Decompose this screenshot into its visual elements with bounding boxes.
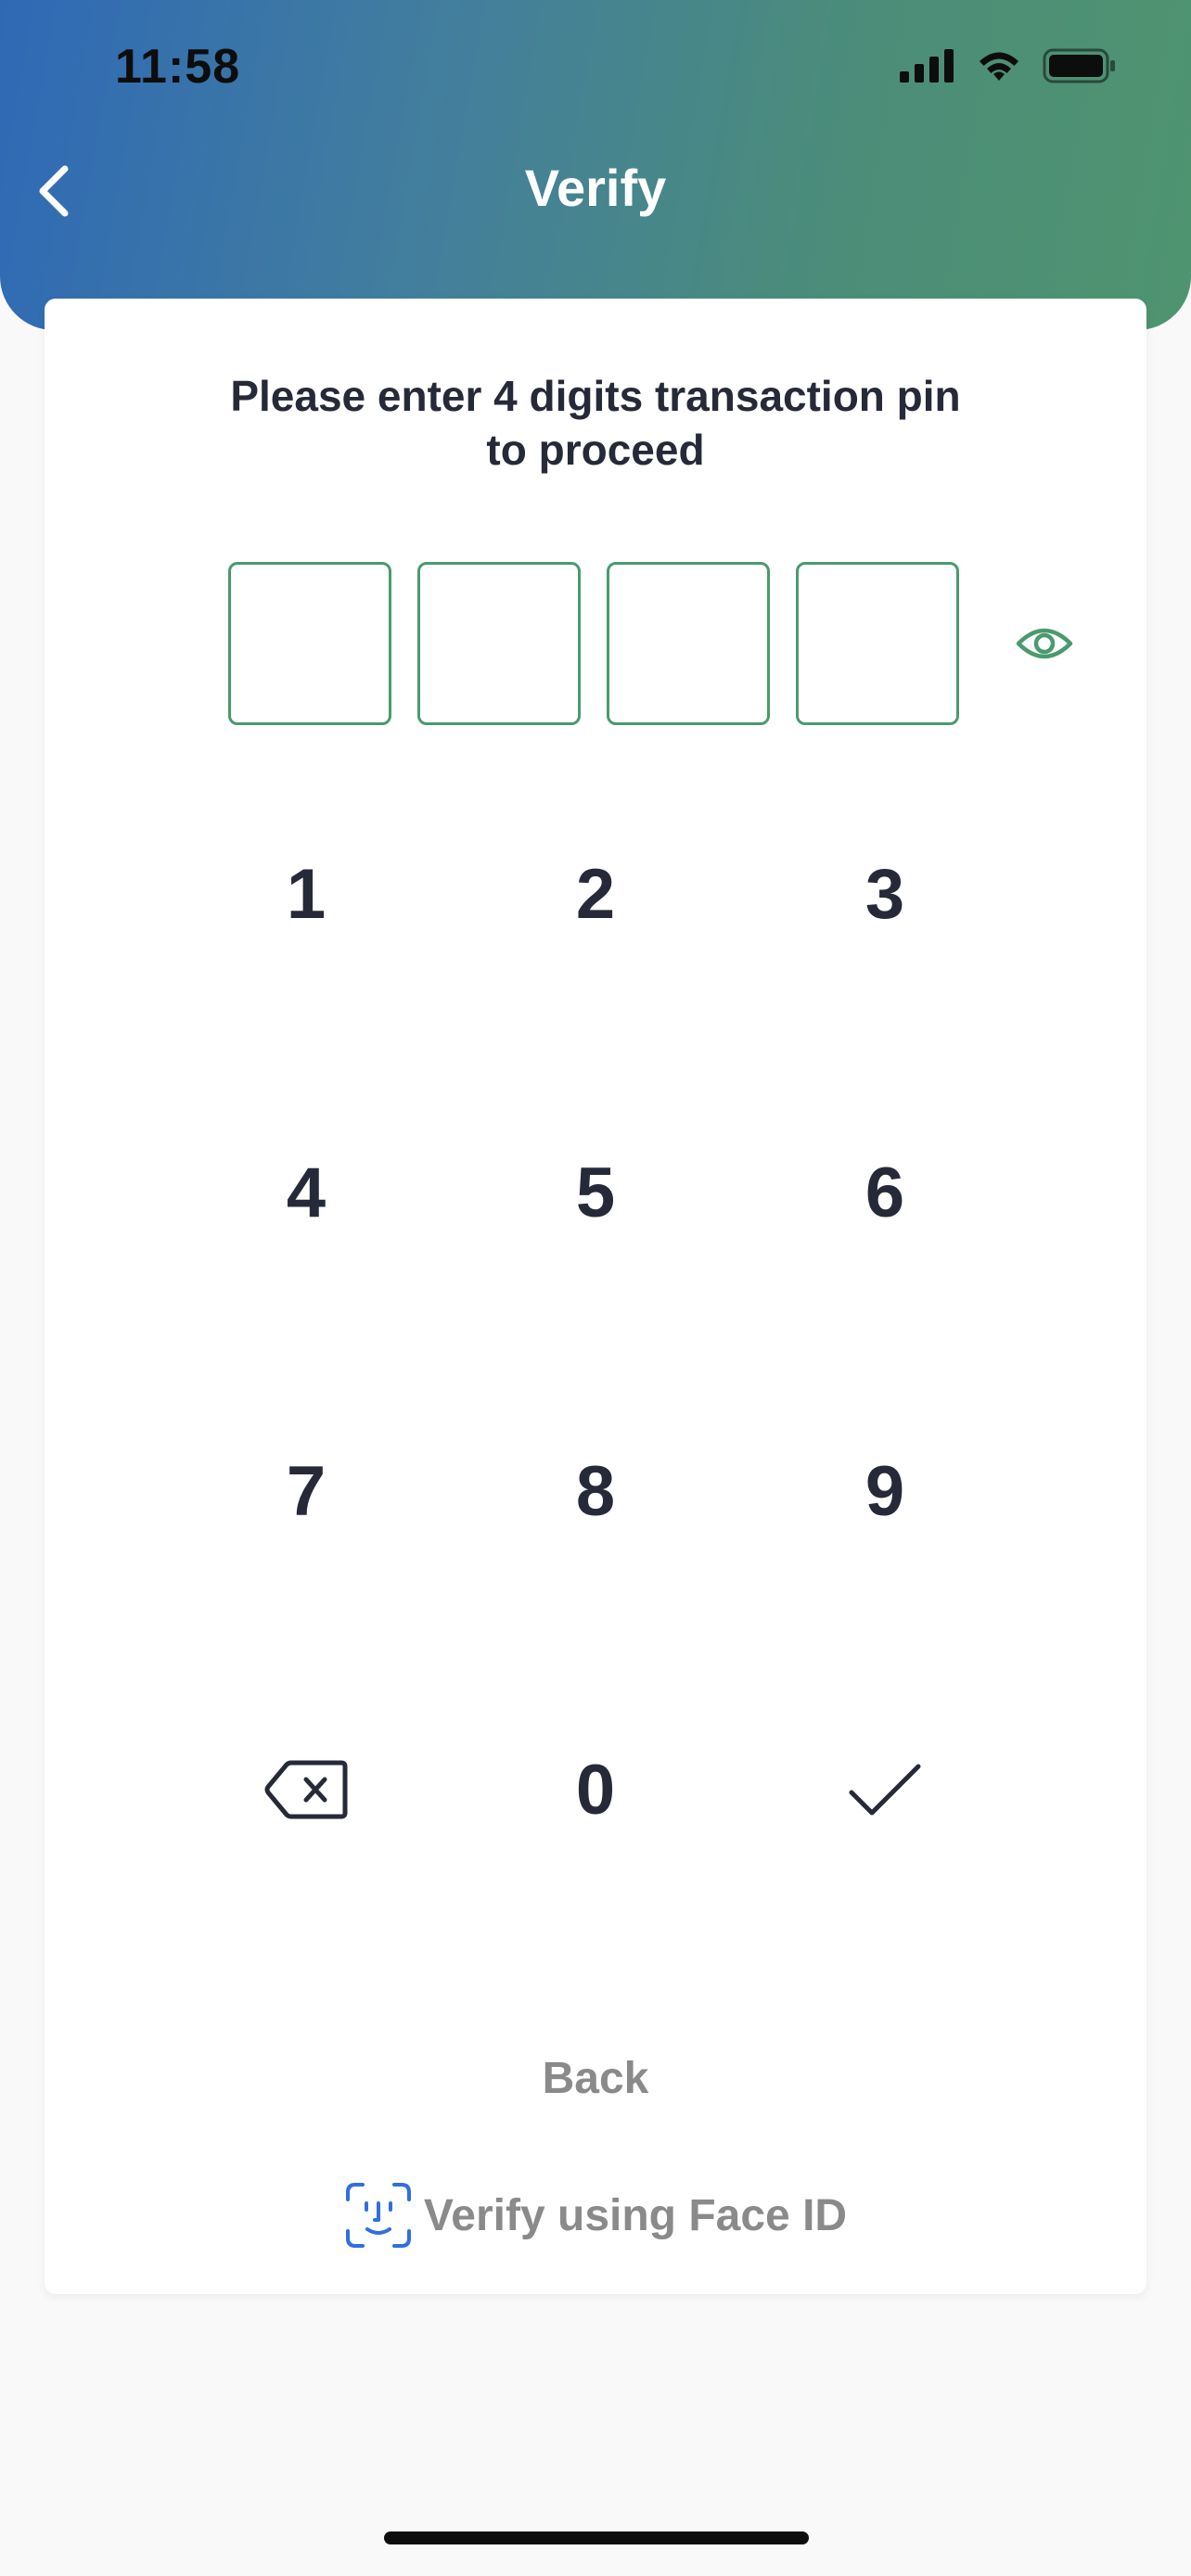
pin-digit-box-4[interactable] (796, 562, 959, 725)
checkmark-icon (849, 1764, 921, 1816)
eye-icon[interactable] (1015, 623, 1074, 664)
home-indicator[interactable] (384, 2531, 809, 2544)
face-id-button[interactable]: Verify using Face ID (45, 2181, 1146, 2250)
pin-prompt: Please enter 4 digits transaction pin to… (45, 369, 1146, 477)
status-time: 11:58 (115, 40, 241, 94)
keypad-key-6[interactable]: 6 (774, 1109, 996, 1276)
face-id-icon (345, 2183, 411, 2248)
keypad-key-5[interactable]: 5 (484, 1109, 707, 1276)
backspace-icon (264, 1760, 348, 1819)
pin-card: Please enter 4 digits transaction pin to… (45, 299, 1146, 2294)
pin-prompt-line2: to proceed (486, 426, 705, 474)
keypad-key-0[interactable]: 0 (484, 1706, 707, 1873)
pin-digit-box-3[interactable] (607, 562, 770, 725)
keypad-key-1[interactable]: 1 (195, 810, 417, 977)
battery-icon (1043, 48, 1115, 83)
keypad-key-4[interactable]: 4 (195, 1109, 417, 1276)
pin-prompt-line1: Please enter 4 digits transaction pin (230, 372, 961, 420)
keypad-key-2[interactable]: 2 (484, 810, 707, 977)
keypad-key-3[interactable]: 3 (774, 810, 996, 977)
keypad-key-7[interactable]: 7 (195, 1408, 417, 1575)
keypad-key-8[interactable]: 8 (484, 1408, 707, 1575)
wifi-icon (980, 52, 1018, 81)
pin-digit-box-2[interactable] (417, 562, 581, 725)
page-title: Verify (524, 159, 667, 217)
keypad-key-9[interactable]: 9 (774, 1408, 996, 1575)
back-link[interactable]: Back (45, 2053, 1146, 2104)
header-bar: 11:58 Verify (0, 0, 1191, 330)
face-id-label: Verify using Face ID (423, 2190, 848, 2240)
keypad-confirm-button[interactable] (774, 1706, 996, 1873)
signal-icon (900, 49, 954, 83)
pin-digit-box-1[interactable] (228, 562, 391, 725)
status-icons (900, 48, 1117, 83)
keypad-backspace-button[interactable] (195, 1706, 417, 1873)
